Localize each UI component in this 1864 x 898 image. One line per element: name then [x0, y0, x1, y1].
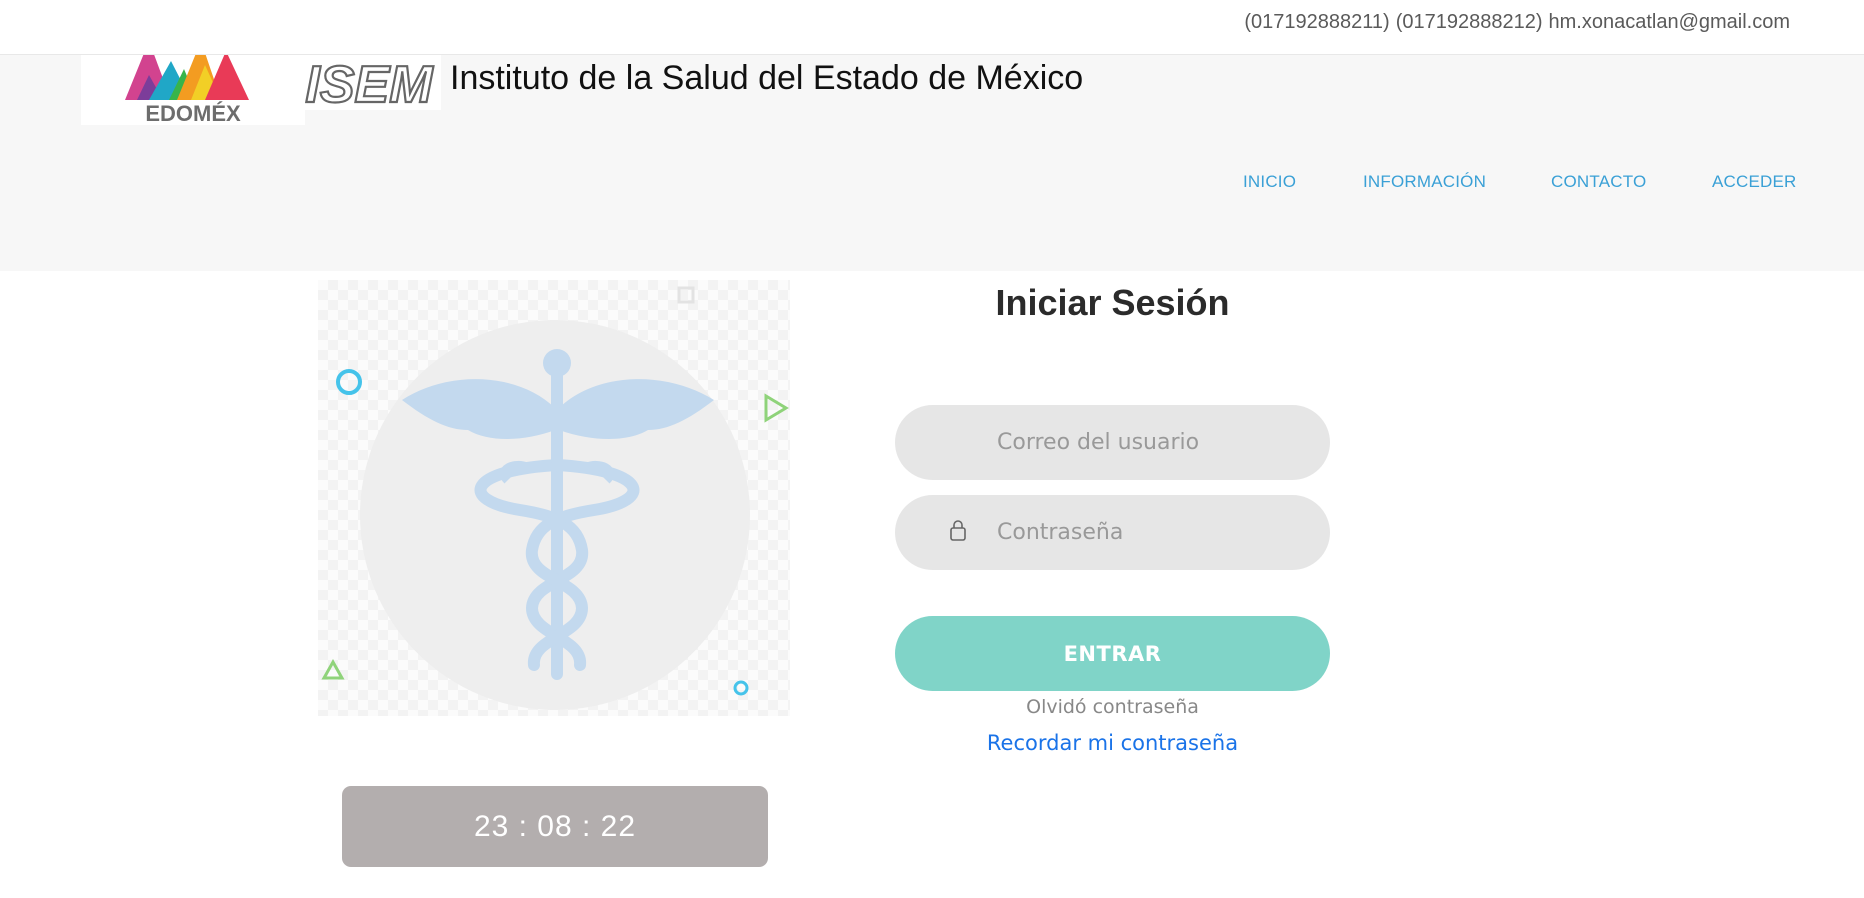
login-button[interactable]: ENTRAR — [895, 616, 1330, 691]
triangle-deco-icon — [321, 658, 345, 680]
login-title: Iniciar Sesión — [995, 282, 1230, 323]
contact-info: (017192888211) (017192888212) hm.xonacatla… — [1238, 11, 1790, 34]
isem-logo-icon: ISEM — [304, 55, 435, 115]
phone-2: (017192888212) — [1395, 11, 1543, 33]
nav-acceder[interactable]: ACCEDER — [1712, 172, 1797, 192]
lock-icon — [950, 520, 966, 541]
circle-deco-icon — [336, 369, 362, 395]
phone-1: (017192888211) — [1244, 11, 1390, 33]
forgot-password-text: Olvidó contraseña — [1026, 696, 1199, 718]
edomex-mountains-icon: EDOMÉX — [125, 41, 249, 126]
login-button-label: ENTRAR — [1063, 641, 1162, 666]
site-title: Instituto de la Salud del Estado de Méxi… — [450, 59, 1084, 97]
isem-logo-text: ISEM — [305, 56, 434, 110]
user-email-input[interactable] — [997, 405, 1307, 480]
clock-time: 23 : 08 : 22 — [473, 809, 637, 843]
nav-inicio[interactable]: INICIO — [1243, 172, 1296, 192]
password-input[interactable] — [997, 495, 1307, 570]
site-header: EDOMÉX ISEM Instituto de la Salud del Es… — [0, 41, 1864, 271]
nav-contacto[interactable]: CONTACTO — [1551, 172, 1646, 192]
edomex-logo-text: EDOMÉX — [145, 101, 241, 125]
square-deco-icon — [677, 286, 695, 304]
isem-logo[interactable]: ISEM — [304, 55, 441, 115]
circle-deco-icon — [733, 680, 749, 696]
contact-email: hm.xonacatlan@gmail.com — [1548, 11, 1790, 33]
remember-password-link[interactable]: Recordar mi contraseña — [895, 731, 1330, 755]
medical-illustration — [318, 280, 790, 716]
nav-informacion[interactable]: INFORMACIÓN — [1363, 172, 1486, 192]
clock-display: 23 : 08 : 22 — [342, 786, 768, 867]
triangle-deco-icon — [764, 393, 789, 423]
top-contact-bar: (017192888211) (017192888212) hm.xonacatla… — [0, 0, 1864, 55]
caduceus-icon — [321, 286, 789, 710]
edomex-logo[interactable]: EDOMÉX — [81, 41, 305, 126]
user-email-field[interactable] — [895, 405, 1330, 480]
password-field[interactable] — [895, 495, 1330, 570]
